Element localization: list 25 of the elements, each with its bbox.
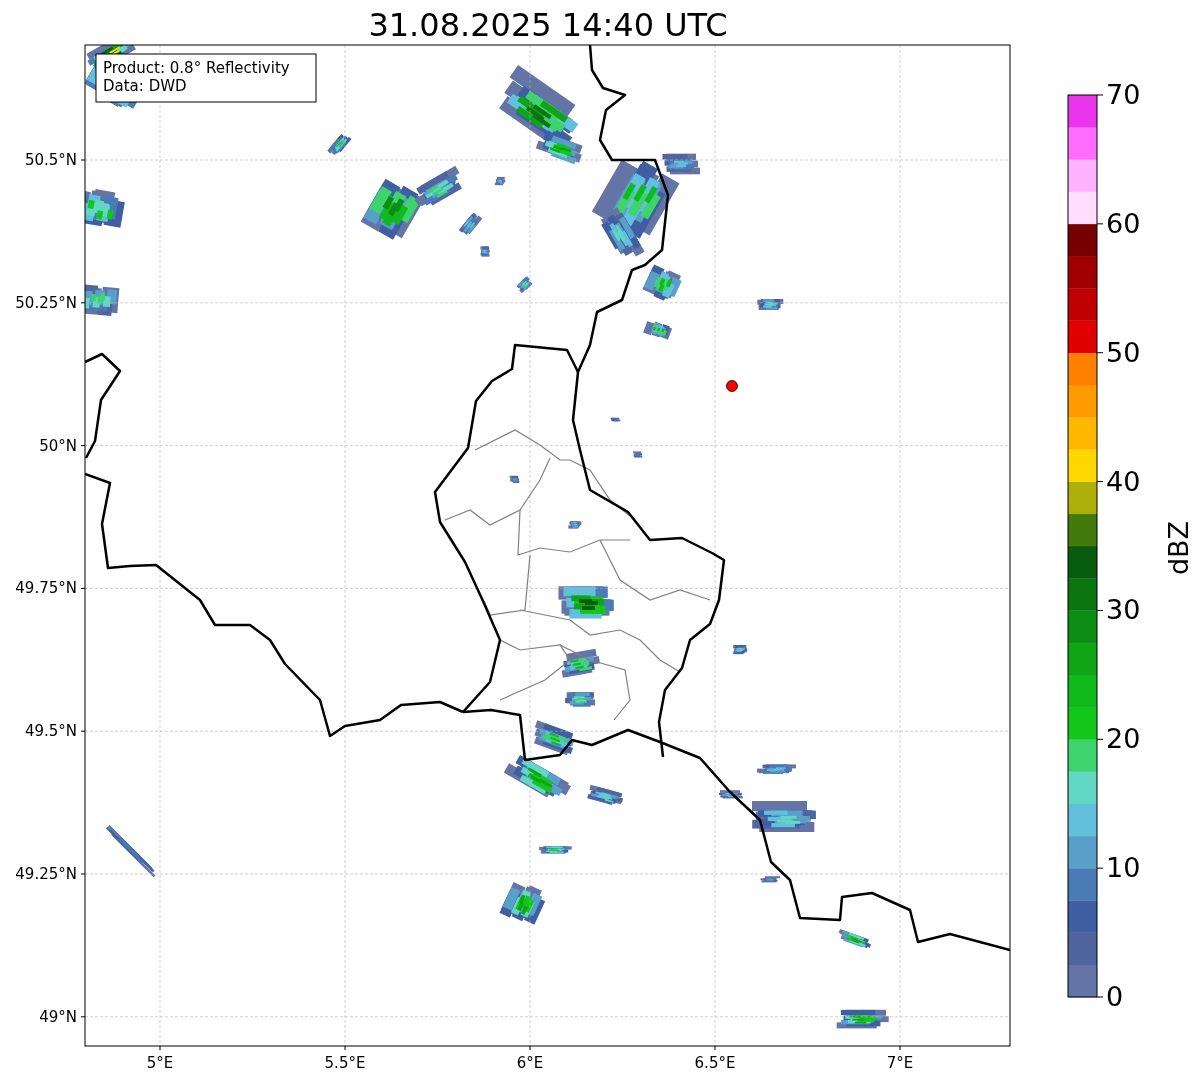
colorbar-tick-label: 0 bbox=[1106, 981, 1124, 1012]
colorbar-tick-label: 10 bbox=[1106, 852, 1141, 884]
latitude-label: 49.5°N bbox=[24, 722, 77, 741]
colorbar-label: dBZ bbox=[1163, 520, 1194, 576]
chart-title: 31.08.2025 14:40 UTC bbox=[368, 6, 728, 44]
radar-site-marker bbox=[726, 380, 738, 392]
info-text: Data: DWD bbox=[103, 77, 187, 95]
latitude-label: 49.75°N bbox=[15, 579, 77, 598]
colorbar-tick-label: 60 bbox=[1106, 207, 1141, 239]
colorbar-tick-label: 50 bbox=[1106, 336, 1141, 368]
longitude-label: 7°E bbox=[886, 1054, 914, 1072]
colorbar-tick-label: 70 bbox=[1106, 79, 1141, 110]
latitude-label: 49°N bbox=[39, 1007, 77, 1026]
latitude-label: 50.25°N bbox=[15, 293, 77, 312]
colorbar-tick-label: 30 bbox=[1106, 594, 1141, 626]
longitude-label: 6°E bbox=[516, 1054, 544, 1072]
longitude-label: 5°E bbox=[146, 1054, 174, 1072]
info-text: Product: 0.8° Reflectivity bbox=[103, 59, 290, 77]
latitude-label: 50.5°N bbox=[24, 151, 77, 169]
colorbar-tick-label: 20 bbox=[1106, 723, 1141, 755]
longitude-label: 5.5°E bbox=[324, 1054, 366, 1072]
latitude-label: 50°N bbox=[39, 436, 77, 455]
colorbar-tick-label: 40 bbox=[1106, 465, 1141, 497]
longitude-label: 6.5°E bbox=[694, 1054, 736, 1072]
latitude-label: 49.25°N bbox=[15, 865, 77, 883]
